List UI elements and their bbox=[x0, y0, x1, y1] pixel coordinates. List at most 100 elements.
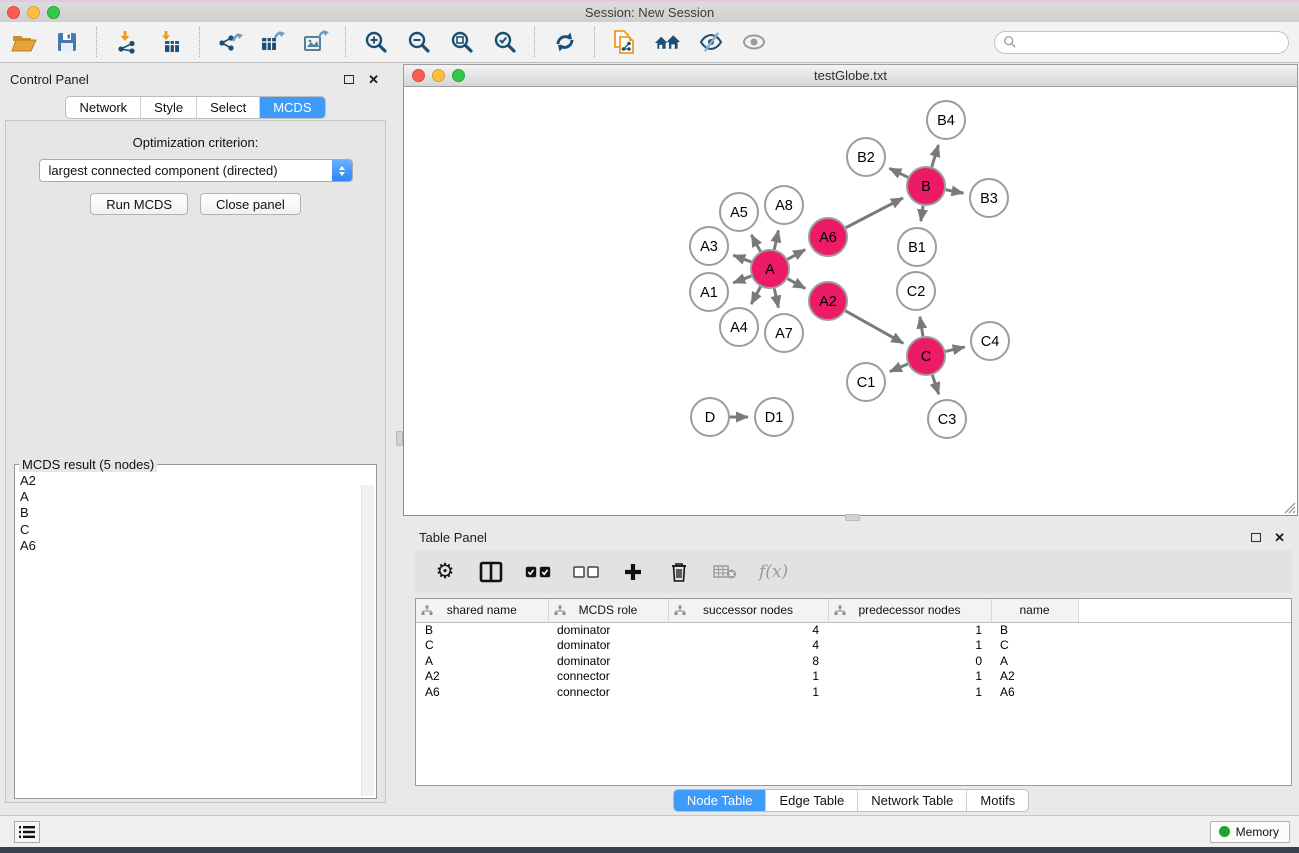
graph-node-B2[interactable]: B2 bbox=[847, 138, 885, 176]
zoom-selected-icon[interactable] bbox=[491, 29, 518, 56]
network-window-titlebar[interactable]: testGlobe.txt bbox=[403, 64, 1298, 87]
graph-edge-A-A1[interactable] bbox=[733, 276, 751, 283]
graph-node-C2[interactable]: C2 bbox=[897, 272, 935, 310]
table-cell[interactable]: A6 bbox=[416, 684, 548, 700]
graph-node-C4[interactable]: C4 bbox=[971, 322, 1009, 360]
tab-mcds[interactable]: MCDS bbox=[259, 97, 324, 118]
graph-edge-C-C1[interactable] bbox=[890, 364, 908, 372]
close-table-panel-icon[interactable]: ✕ bbox=[1274, 531, 1285, 544]
table-cell[interactable]: dominator bbox=[548, 622, 668, 638]
table-cell[interactable]: 4 bbox=[668, 638, 828, 654]
copy-network-view-icon[interactable] bbox=[611, 29, 638, 56]
graph-edge-B-B4[interactable] bbox=[932, 145, 939, 167]
column-header-name[interactable]: name bbox=[991, 599, 1078, 622]
table-row[interactable]: A2connector11A2 bbox=[416, 669, 1291, 685]
tab-motifs[interactable]: Motifs bbox=[966, 790, 1028, 811]
graph-node-D1[interactable]: D1 bbox=[755, 398, 793, 436]
table-cell[interactable]: C bbox=[991, 638, 1078, 654]
column-header-MCDS-role[interactable]: MCDS role bbox=[548, 599, 668, 622]
table-cell[interactable]: B bbox=[991, 622, 1078, 638]
graph-edge-A-A7[interactable] bbox=[774, 289, 778, 308]
tab-network-table[interactable]: Network Table bbox=[857, 790, 966, 811]
graph-edge-A2-C[interactable] bbox=[845, 311, 903, 343]
graph-edge-C-C3[interactable] bbox=[932, 375, 938, 394]
memory-button[interactable]: Memory bbox=[1210, 821, 1290, 843]
import-table-icon[interactable] bbox=[156, 29, 183, 56]
mcds-result-item[interactable]: C bbox=[20, 522, 376, 538]
table-cell[interactable]: connector bbox=[548, 684, 668, 700]
criterion-select[interactable]: largest connected component (directed) bbox=[39, 159, 353, 182]
table-cell[interactable]: 1 bbox=[828, 638, 991, 654]
graph-node-A[interactable]: A bbox=[751, 250, 789, 288]
table-cell[interactable]: B bbox=[416, 622, 548, 638]
column-header-predecessor-nodes[interactable]: predecessor nodes bbox=[828, 599, 991, 622]
graph-edge-A-A2[interactable] bbox=[788, 279, 806, 289]
graph-node-A7[interactable]: A7 bbox=[765, 314, 803, 352]
graph-edge-A-A6[interactable] bbox=[788, 250, 806, 260]
add-column-icon[interactable] bbox=[621, 559, 645, 585]
export-image-icon[interactable] bbox=[302, 29, 329, 56]
tab-network[interactable]: Network bbox=[66, 97, 140, 118]
close-panel-icon[interactable]: ✕ bbox=[368, 73, 379, 86]
zoom-in-icon[interactable] bbox=[362, 29, 389, 56]
search-box[interactable] bbox=[994, 31, 1289, 54]
save-session-icon[interactable] bbox=[53, 29, 80, 56]
tab-edge-table[interactable]: Edge Table bbox=[765, 790, 857, 811]
network-canvas[interactable]: B4B2BB3A5A8A6A3AB1A1A2C2A4A7C4C1CDD1C3 bbox=[403, 87, 1298, 516]
table-row[interactable]: Bdominator41B bbox=[416, 622, 1291, 638]
graph-node-A3[interactable]: A3 bbox=[690, 227, 728, 265]
graph-edge-B-B3[interactable] bbox=[946, 190, 964, 193]
result-scrollbar[interactable] bbox=[361, 485, 374, 796]
refresh-icon[interactable] bbox=[551, 29, 578, 56]
split-columns-icon[interactable] bbox=[479, 559, 503, 585]
table-cell[interactable]: 1 bbox=[828, 622, 991, 638]
graph-edge-C-C2[interactable] bbox=[920, 317, 923, 337]
graph-node-C3[interactable]: C3 bbox=[928, 400, 966, 438]
table-cell[interactable]: A2 bbox=[991, 669, 1078, 685]
run-mcds-button[interactable]: Run MCDS bbox=[90, 193, 188, 215]
graph-edge-A-A3[interactable] bbox=[733, 255, 751, 262]
graph-node-A5[interactable]: A5 bbox=[720, 193, 758, 231]
graph-node-A1[interactable]: A1 bbox=[690, 273, 728, 311]
float-table-panel-icon[interactable] bbox=[1251, 533, 1261, 542]
table-cell[interactable]: 1 bbox=[828, 684, 991, 700]
import-network-icon[interactable] bbox=[113, 29, 140, 56]
desktop-vertical-scrollbar[interactable] bbox=[396, 431, 403, 446]
table-cell[interactable]: 1 bbox=[828, 669, 991, 685]
table-cell[interactable]: A bbox=[416, 653, 548, 669]
mcds-result-item[interactable]: A2 bbox=[20, 473, 376, 489]
graph-node-B[interactable]: B bbox=[907, 167, 945, 205]
graph-node-B4[interactable]: B4 bbox=[927, 101, 965, 139]
close-panel-button[interactable]: Close panel bbox=[200, 193, 301, 215]
column-header-successor-nodes[interactable]: successor nodes bbox=[668, 599, 828, 622]
float-panel-icon[interactable] bbox=[344, 75, 354, 84]
show-hidden-eye-icon[interactable] bbox=[740, 29, 767, 56]
tab-style[interactable]: Style bbox=[140, 97, 196, 118]
table-cell[interactable]: dominator bbox=[548, 638, 668, 654]
export-network-icon[interactable] bbox=[216, 29, 243, 56]
table-cell[interactable]: 4 bbox=[668, 622, 828, 638]
tab-node-table[interactable]: Node Table bbox=[674, 790, 766, 811]
home-icon[interactable] bbox=[654, 29, 681, 56]
network-graph[interactable]: B4B2BB3A5A8A6A3AB1A1A2C2A4A7C4C1CDD1C3 bbox=[404, 87, 1297, 515]
mcds-result-item[interactable]: B bbox=[20, 505, 376, 521]
graph-edge-A-A5[interactable] bbox=[751, 235, 760, 252]
table-cell[interactable]: dominator bbox=[548, 653, 668, 669]
graph-edge-B-B1[interactable] bbox=[921, 206, 923, 221]
table-cell[interactable]: 1 bbox=[668, 669, 828, 685]
zoom-fit-icon[interactable] bbox=[448, 29, 475, 56]
table-cell[interactable]: A2 bbox=[416, 669, 548, 685]
graph-edge-A6-B[interactable] bbox=[846, 198, 903, 228]
table-cell[interactable]: connector bbox=[548, 669, 668, 685]
table-row[interactable]: Cdominator41C bbox=[416, 638, 1291, 654]
graph-edge-C-C4[interactable] bbox=[945, 347, 964, 352]
mcds-result-item[interactable]: A bbox=[20, 489, 376, 505]
column-header-shared-name[interactable]: shared name bbox=[416, 599, 548, 622]
table-cell[interactable]: 0 bbox=[828, 653, 991, 669]
graph-node-A8[interactable]: A8 bbox=[765, 186, 803, 224]
table-cell[interactable]: 1 bbox=[668, 684, 828, 700]
deselect-all-icon[interactable] bbox=[573, 559, 599, 585]
graph-node-A6[interactable]: A6 bbox=[809, 218, 847, 256]
table-cell[interactable]: 8 bbox=[668, 653, 828, 669]
graph-edge-A-A4[interactable] bbox=[751, 287, 760, 304]
